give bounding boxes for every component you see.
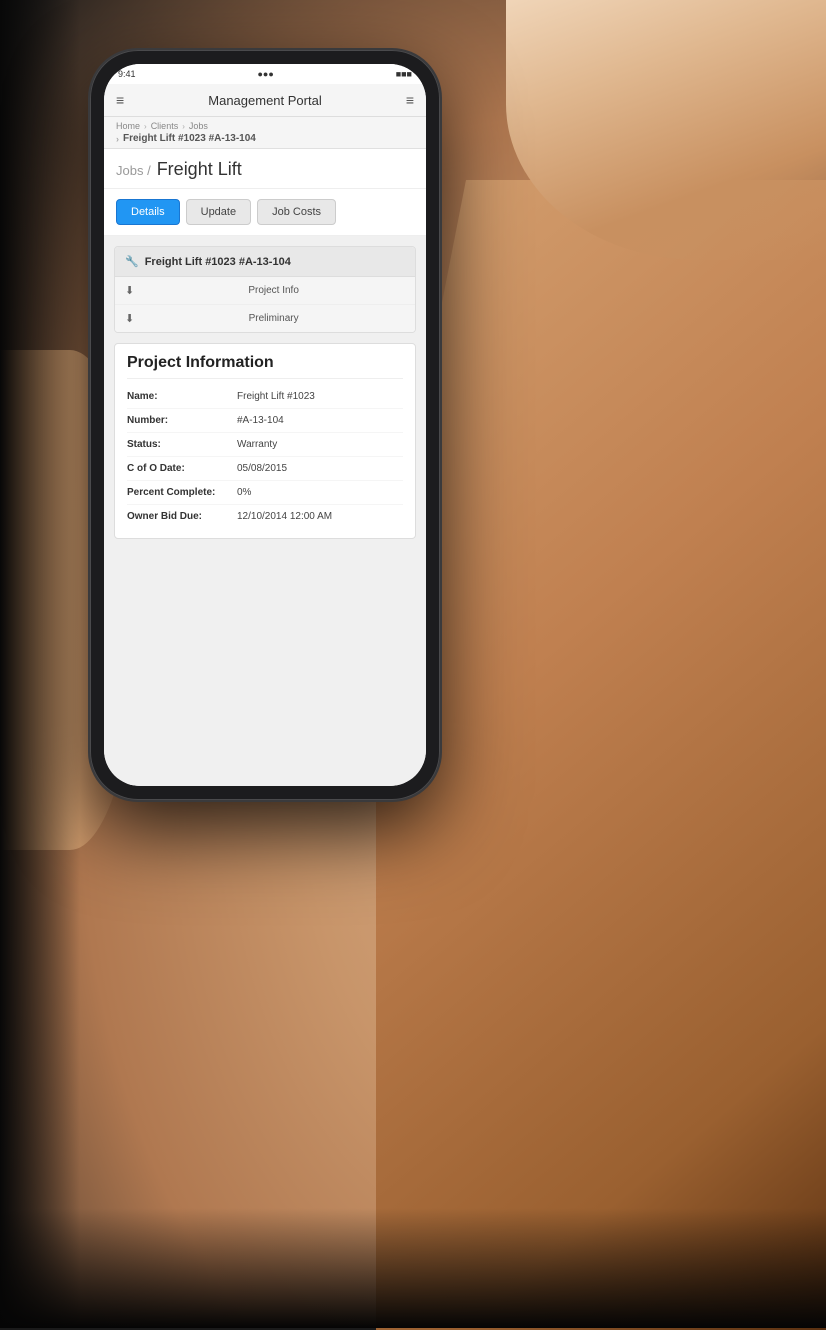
screen-content: 9:41 ●●● ■■■ ≡ Management Portal ≡ Home … <box>104 64 426 786</box>
page-title-main: Freight Lift <box>157 159 242 180</box>
info-row-coo-date: C of O Date: 05/08/2015 <box>127 457 403 481</box>
project-info-doc-row[interactable]: ⬇ Project Info <box>115 277 415 305</box>
owner-bid-due-value: 12/10/2014 12:00 AM <box>237 511 403 522</box>
breadcrumb-jobs[interactable]: Jobs <box>189 121 208 131</box>
percent-complete-value: 0% <box>237 487 403 498</box>
project-information-section: Project Information Name: Freight Lift #… <box>114 343 416 539</box>
coo-date-label: C of O Date: <box>127 463 237 474</box>
project-info-label: Project Info <box>142 285 405 296</box>
breadcrumb-home[interactable]: Home <box>116 121 140 131</box>
breadcrumb: Home › Clients › Jobs › Freight Lift #10… <box>104 117 426 149</box>
breadcrumb-current: › Freight Lift #1023 #A-13-104 <box>116 133 414 144</box>
number-value: #A-13-104 <box>237 415 403 426</box>
percent-complete-label: Percent Complete: <box>127 487 237 498</box>
number-label: Number: <box>127 415 237 426</box>
status-signal: ●●● <box>257 69 273 79</box>
coo-date-value: 05/08/2015 <box>237 463 403 474</box>
preliminary-label: Preliminary <box>142 313 405 324</box>
action-buttons-bar: Details Update Job Costs <box>104 189 426 236</box>
status-battery: ■■■ <box>396 69 412 79</box>
download-preliminary-icon: ⬇ <box>125 312 134 325</box>
details-button[interactable]: Details <box>116 199 180 225</box>
job-card: 🔧 Freight Lift #1023 #A-13-104 ⬇ Project… <box>114 246 416 333</box>
info-row-status: Status: Warranty <box>127 433 403 457</box>
wrench-icon: 🔧 <box>125 255 139 268</box>
update-button[interactable]: Update <box>186 199 251 225</box>
page-title-prefix: Jobs / <box>116 163 151 178</box>
breadcrumb-current-arrow: › <box>116 134 119 144</box>
phone-device: 9:41 ●●● ■■■ ≡ Management Portal ≡ Home … <box>90 50 440 800</box>
breadcrumb-clients[interactable]: Clients <box>151 121 179 131</box>
status-time: 9:41 <box>118 69 136 79</box>
app-title: Management Portal <box>208 93 321 108</box>
project-information-title: Project Information <box>127 354 403 379</box>
status-label: Status: <box>127 439 237 450</box>
page-title-bar: Jobs / Freight Lift <box>104 149 426 189</box>
breadcrumb-sep-1: › <box>144 122 147 131</box>
main-content: 🔧 Freight Lift #1023 #A-13-104 ⬇ Project… <box>104 236 426 786</box>
phone-screen: 9:41 ●●● ■■■ ≡ Management Portal ≡ Home … <box>104 64 426 786</box>
app-header: ≡ Management Portal ≡ <box>104 84 426 117</box>
status-bar: 9:41 ●●● ■■■ <box>104 64 426 84</box>
preliminary-doc-row[interactable]: ⬇ Preliminary <box>115 305 415 332</box>
phone-shell: 9:41 ●●● ■■■ ≡ Management Portal ≡ Home … <box>90 50 440 800</box>
download-project-info-icon: ⬇ <box>125 284 134 297</box>
breadcrumb-trail: Home › Clients › Jobs <box>116 121 414 131</box>
status-value: Warranty <box>237 439 403 450</box>
info-row-percent-complete: Percent Complete: 0% <box>127 481 403 505</box>
name-label: Name: <box>127 391 237 402</box>
hamburger-menu-icon[interactable]: ≡ <box>116 92 124 108</box>
job-costs-button[interactable]: Job Costs <box>257 199 336 225</box>
breadcrumb-current-label: Freight Lift #1023 #A-13-104 <box>123 133 256 144</box>
right-menu-icon[interactable]: ≡ <box>406 92 414 108</box>
info-row-number: Number: #A-13-104 <box>127 409 403 433</box>
info-row-name: Name: Freight Lift #1023 <box>127 385 403 409</box>
job-card-header: 🔧 Freight Lift #1023 #A-13-104 <box>115 247 415 277</box>
job-card-title: Freight Lift #1023 #A-13-104 <box>145 256 291 268</box>
info-row-owner-bid-due: Owner Bid Due: 12/10/2014 12:00 AM <box>127 505 403 528</box>
name-value: Freight Lift #1023 <box>237 391 403 402</box>
breadcrumb-sep-2: › <box>182 122 185 131</box>
owner-bid-due-label: Owner Bid Due: <box>127 511 237 522</box>
